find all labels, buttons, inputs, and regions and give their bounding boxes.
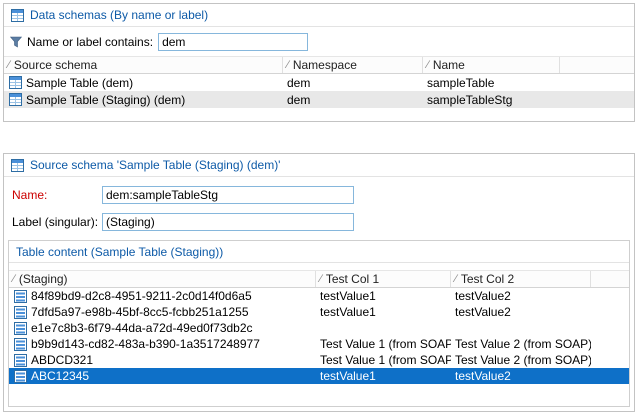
column-header-label: Test Col 2	[461, 272, 514, 286]
content-row-4[interactable]: b9b9d143-cd82-483a-b390-1a3517248977 Tes…	[9, 336, 629, 352]
label-singular-label: Label (singular):	[12, 215, 102, 229]
filter-label: Name or label contains:	[27, 35, 153, 49]
content-table-header: ∕ (Staging) ∕ Test Col 1 ∕ Test Col 2	[9, 270, 629, 288]
detail-panel-title: Source schema 'Sample Table (Staging) (d…	[30, 158, 280, 172]
cell-name: sampleTable	[423, 76, 560, 90]
cell-text: Sample Table (Staging) (dem)	[26, 93, 185, 107]
table-icon	[9, 93, 22, 106]
sort-indicator-icon: ∕	[8, 59, 10, 71]
cell-test-col-2: testValue2	[451, 369, 591, 383]
table-content-grid: ∕ (Staging) ∕ Test Col 1 ∕ Test Col 2 84…	[9, 270, 629, 384]
cell-source-schema: Sample Table (Staging) (dem)	[4, 93, 283, 107]
cell-test-col-2: Test Value 2 (from SOAP)	[451, 337, 591, 351]
record-icon	[14, 370, 27, 383]
column-header-label: Namespace	[293, 58, 357, 72]
cell-key: ABDCD321	[9, 353, 316, 367]
cell-key: 7dfd5a97-e98b-45bf-8cc5-fcbb251a1255	[9, 305, 316, 319]
cell-key: e1e7c8b3-6f79-44da-a72d-49ed0f73db2c	[9, 321, 316, 335]
schemas-table-header: ∕ Source schema ∕ Namespace ∕ Name	[4, 56, 634, 74]
cell-key: b9b9d143-cd82-483a-b390-1a3517248977	[9, 337, 316, 351]
cell-key: ABC12345	[9, 369, 316, 383]
cell-namespace: dem	[283, 93, 423, 107]
column-header-filler	[591, 271, 629, 287]
sort-indicator-icon: ∕	[455, 273, 457, 285]
data-schemas-panel: Data schemas (By name or label) Name or …	[3, 3, 635, 122]
content-row-5[interactable]: ABDCD321 Test Value 1 (from SOAP) Test V…	[9, 352, 629, 368]
cell-text: Sample Table (dem)	[26, 76, 133, 90]
sort-indicator-icon: ∕	[13, 273, 15, 285]
app-window: { "colors": { "title-blue": "#0d5aa7", "…	[0, 0, 638, 412]
column-header-label: (Staging)	[19, 272, 68, 286]
cell-test-col-1: Test Value 1 (from SOAP)	[316, 353, 451, 367]
record-icon	[14, 322, 27, 335]
cell-name: sampleTableStg	[423, 93, 560, 107]
schema-row-sample-table[interactable]: Sample Table (dem) dem sampleTable	[4, 74, 634, 91]
content-row-2[interactable]: 7dfd5a97-e98b-45bf-8cc5-fcbb251a1255 tes…	[9, 304, 629, 320]
record-icon	[14, 290, 27, 303]
content-row-3[interactable]: e1e7c8b3-6f79-44da-a72d-49ed0f73db2c	[9, 320, 629, 336]
detail-panel-header: Source schema 'Sample Table (Staging) (d…	[4, 154, 634, 177]
table-content-header: Table content (Sample Table (Staging))	[9, 241, 629, 263]
column-header-staging[interactable]: ∕ (Staging)	[9, 271, 316, 287]
record-icon	[14, 306, 27, 319]
column-header-namespace[interactable]: ∕ Namespace	[283, 57, 423, 73]
column-header-filler	[560, 57, 634, 73]
cell-text: b9b9d143-cd82-483a-b390-1a3517248977	[31, 337, 260, 351]
cell-test-col-2: Test Value 2 (from SOAP)	[451, 353, 591, 367]
name-label: Name:	[12, 188, 102, 202]
column-header-source-schema[interactable]: ∕ Source schema	[4, 57, 283, 73]
cell-test-col-1: Test Value 1 (from SOAP)	[316, 337, 451, 351]
data-schemas-header: Data schemas (By name or label)	[4, 4, 634, 27]
data-schemas-icon	[11, 9, 24, 22]
cell-namespace: dem	[283, 76, 423, 90]
label-singular-field[interactable]	[102, 213, 354, 231]
name-field-row: Name:	[12, 185, 634, 205]
cell-test-col-1: testValue1	[316, 305, 451, 319]
cell-text: e1e7c8b3-6f79-44da-a72d-49ed0f73db2c	[31, 321, 253, 335]
column-header-label: Name	[433, 58, 465, 72]
record-icon	[14, 338, 27, 351]
name-field[interactable]	[102, 186, 354, 204]
table-content-group: Table content (Sample Table (Staging)) ∕…	[8, 240, 630, 407]
content-row-6-selected[interactable]: ABC12345 testValue1 testValue2	[9, 368, 629, 384]
cell-text: 84f89bd9-d2c8-4951-9211-2c0d14f0d6a5	[31, 289, 252, 303]
data-schemas-title: Data schemas (By name or label)	[30, 8, 208, 22]
filter-input[interactable]	[158, 33, 308, 51]
column-header-test-col-2[interactable]: ∕ Test Col 2	[451, 271, 591, 287]
cell-test-col-1: testValue1	[316, 369, 451, 383]
cell-key: 84f89bd9-d2c8-4951-9211-2c0d14f0d6a5	[9, 289, 316, 303]
column-header-test-col-1[interactable]: ∕ Test Col 1	[316, 271, 451, 287]
schema-row-sample-table-staging[interactable]: Sample Table (Staging) (dem) dem sampleT…	[4, 91, 634, 108]
table-icon	[9, 76, 22, 89]
cell-test-col-2: testValue2	[451, 289, 591, 303]
column-header-label: Source schema	[14, 58, 97, 72]
sort-indicator-icon: ∕	[287, 59, 289, 71]
filter-funnel-icon	[10, 36, 22, 48]
label-singular-field-row: Label (singular):	[12, 212, 634, 232]
source-schema-icon	[11, 159, 24, 172]
schema-filter-row: Name or label contains:	[4, 27, 634, 56]
content-row-1[interactable]: 84f89bd9-d2c8-4951-9211-2c0d14f0d6a5 tes…	[9, 288, 629, 304]
cell-text: ABDCD321	[31, 353, 93, 367]
cell-source-schema: Sample Table (dem)	[4, 76, 283, 90]
source-schema-detail-panel: Source schema 'Sample Table (Staging) (d…	[3, 153, 635, 412]
sort-indicator-icon: ∕	[427, 59, 429, 71]
table-content-title: Table content (Sample Table (Staging))	[16, 245, 223, 259]
record-icon	[14, 354, 27, 367]
cell-text: ABC12345	[31, 369, 89, 383]
column-header-name[interactable]: ∕ Name	[423, 57, 560, 73]
sort-indicator-icon: ∕	[320, 273, 322, 285]
column-header-label: Test Col 1	[326, 272, 379, 286]
cell-test-col-1: testValue1	[316, 289, 451, 303]
schemas-table: ∕ Source schema ∕ Namespace ∕ Name Sampl…	[4, 56, 634, 108]
cell-test-col-2: testValue2	[451, 305, 591, 319]
cell-text: 7dfd5a97-e98b-45bf-8cc5-fcbb251a1255	[31, 305, 249, 319]
